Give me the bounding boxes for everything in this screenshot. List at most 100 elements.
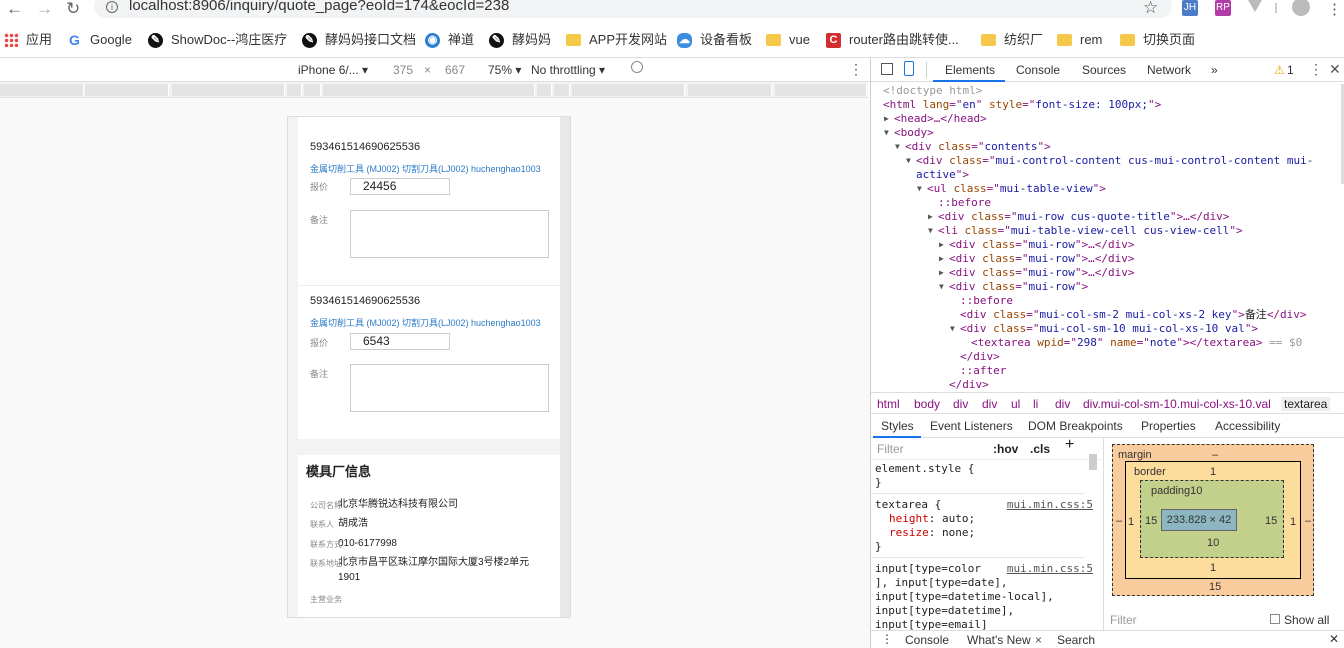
media-query-segment[interactable] [172, 84, 285, 96]
price-input[interactable]: 24456 [350, 178, 450, 195]
expand-arrow-icon[interactable]: ▶ [939, 238, 944, 252]
tab-console[interactable]: Console [1016, 63, 1060, 77]
close-icon[interactable]: ✕ [1329, 61, 1341, 78]
zoom-select[interactable]: 75% ▾ [488, 63, 521, 77]
bookmark-jiaomama[interactable]: ✎ 酵妈妈 [489, 30, 551, 50]
media-query-bar[interactable] [0, 82, 868, 98]
breadcrumb-item[interactable]: div [953, 397, 968, 411]
breadcrumb-item[interactable]: div [1055, 397, 1070, 411]
styles-scrollbar[interactable] [1089, 454, 1097, 470]
drawer-tab-console[interactable]: Console [905, 633, 949, 647]
media-query-segment[interactable] [572, 84, 685, 96]
hov-toggle[interactable]: :hov [993, 442, 1018, 456]
breadcrumb-item[interactable]: div [982, 397, 997, 411]
back-icon[interactable]: ← [6, 0, 23, 18]
device-menu-icon[interactable]: ⋮ [849, 61, 863, 78]
media-query-segment[interactable] [287, 84, 302, 96]
bookmark-vue[interactable]: vue [766, 30, 810, 50]
collapse-arrow-icon[interactable]: ▼ [939, 280, 944, 294]
bookmark-api-docs[interactable]: ✎ 酵妈妈接口文档 [302, 30, 416, 50]
elements-tree[interactable]: <!doctype html> <html lang="en" style="fo… [871, 82, 1344, 390]
bookmark-textile[interactable]: 纺织厂 [981, 30, 1043, 50]
device-mode-icon[interactable] [904, 61, 914, 76]
media-query-segment[interactable] [537, 84, 552, 96]
bookmark-showdoc[interactable]: ✎ ShowDoc--鸿庄医疗 [148, 30, 287, 50]
bookmark-router[interactable]: C router路由跳转使... [826, 30, 959, 50]
computed-filter-input[interactable]: Filter [1110, 613, 1137, 627]
throttle-select[interactable]: No throttling ▾ [531, 63, 605, 77]
filter-extension-icon[interactable] [1248, 0, 1262, 12]
add-rule-icon[interactable]: + [1065, 438, 1074, 453]
collapse-arrow-icon[interactable]: ▼ [895, 140, 900, 154]
breadcrumb-item[interactable]: textarea [1281, 397, 1331, 411]
bookmark-zentao[interactable]: ◉ 禅道 [425, 30, 474, 50]
drawer-tab-whats-new[interactable]: What's New [967, 633, 1031, 647]
warning-icon[interactable]: ⚠ [1274, 63, 1285, 77]
css-property[interactable]: resize: none; [889, 526, 975, 540]
collapse-arrow-icon[interactable]: ▼ [917, 182, 922, 196]
menu-kebab-icon[interactable]: ⋮ [1327, 0, 1342, 18]
tab-network[interactable]: Network [1147, 63, 1191, 77]
page-scrollbar[interactable] [560, 117, 570, 617]
css-source-link[interactable]: mui.min.css:5 [1007, 498, 1093, 512]
media-query-segment[interactable] [688, 84, 772, 96]
devtools-menu-icon[interactable]: ⋮ [1309, 61, 1323, 78]
media-query-segment[interactable] [304, 84, 321, 96]
warning-count[interactable]: 1 [1287, 63, 1294, 77]
tab-properties[interactable]: Properties [1141, 419, 1196, 433]
tab-elements[interactable]: Elements [945, 63, 995, 77]
info-icon[interactable]: i [106, 1, 118, 13]
note-textarea[interactable] [350, 210, 549, 258]
drawer-tab-search[interactable]: Search [1057, 633, 1095, 647]
collapse-arrow-icon[interactable]: ▼ [928, 224, 933, 238]
height-field[interactable]: 667 [445, 63, 465, 77]
tab-dom-breakpoints[interactable]: DOM Breakpoints [1028, 419, 1123, 433]
styles-filter-input[interactable]: Filter [877, 442, 904, 456]
collapse-arrow-icon[interactable]: ▼ [906, 154, 911, 168]
bookmark-switch-page[interactable]: 切换页面 [1120, 30, 1195, 50]
media-query-segment[interactable] [323, 84, 535, 96]
expand-arrow-icon[interactable]: ▶ [884, 112, 889, 126]
width-field[interactable]: 375 [393, 63, 413, 77]
bookmark-apps[interactable]: 应用 [4, 30, 52, 50]
rotate-icon[interactable] [631, 61, 643, 73]
url-text[interactable]: localhost:8906/inquiry/quote_page?eoId=1… [129, 0, 509, 14]
close-icon[interactable]: ✕ [1329, 632, 1339, 646]
jh-extension-icon[interactable]: JH [1182, 0, 1198, 16]
breadcrumb-item[interactable]: ul [1011, 397, 1020, 411]
media-query-segment[interactable] [0, 84, 84, 96]
tab-accessibility[interactable]: Accessibility [1215, 419, 1280, 433]
more-tabs-icon[interactable]: » [1211, 63, 1218, 77]
expand-arrow-icon[interactable]: ▶ [939, 252, 944, 266]
breadcrumb-item[interactable]: html [877, 397, 900, 411]
media-query-segment[interactable] [775, 84, 867, 96]
css-source-link[interactable]: mui.min.css:5 [1007, 562, 1093, 576]
note-textarea[interactable] [350, 364, 549, 412]
bookmark-app-dev[interactable]: APP开发网站 [566, 30, 667, 50]
css-property[interactable]: height: auto; [889, 512, 975, 526]
inspect-element-icon[interactable] [881, 63, 893, 75]
address-bar[interactable]: i localhost:8906/inquiry/quote_page?eoId… [94, 0, 1172, 18]
media-query-segment[interactable] [85, 84, 169, 96]
breadcrumb-item[interactable]: body [914, 397, 940, 411]
price-input[interactable]: 6543 [350, 333, 450, 350]
forward-icon[interactable]: → [36, 0, 53, 18]
reload-icon[interactable]: ↻ [66, 0, 80, 18]
breadcrumb-item[interactable]: div.mui-col-sm-10.mui-col-xs-10.val [1083, 397, 1271, 411]
bookmark-device-board[interactable]: ☁ 设备看板 [677, 30, 752, 50]
show-all-checkbox[interactable] [1270, 614, 1280, 624]
device-select[interactable]: iPhone 6/... ▾ [298, 63, 368, 77]
expand-arrow-icon[interactable]: ▶ [928, 210, 933, 224]
media-query-segment[interactable] [554, 84, 570, 96]
tab-styles[interactable]: Styles [881, 419, 914, 433]
collapse-arrow-icon[interactable]: ▼ [950, 322, 955, 336]
bookmark-rem[interactable]: rem [1057, 30, 1102, 50]
profile-avatar[interactable] [1292, 0, 1310, 16]
collapse-arrow-icon[interactable]: ▼ [884, 126, 889, 140]
tab-event-listeners[interactable]: Event Listeners [930, 419, 1013, 433]
breadcrumb-item[interactable]: li [1033, 397, 1038, 411]
bookmark-google[interactable]: G Google [67, 30, 132, 50]
expand-arrow-icon[interactable]: ▶ [939, 266, 944, 280]
drawer-menu-icon[interactable]: ⋮ [881, 632, 893, 646]
close-icon[interactable]: × [1035, 633, 1042, 647]
